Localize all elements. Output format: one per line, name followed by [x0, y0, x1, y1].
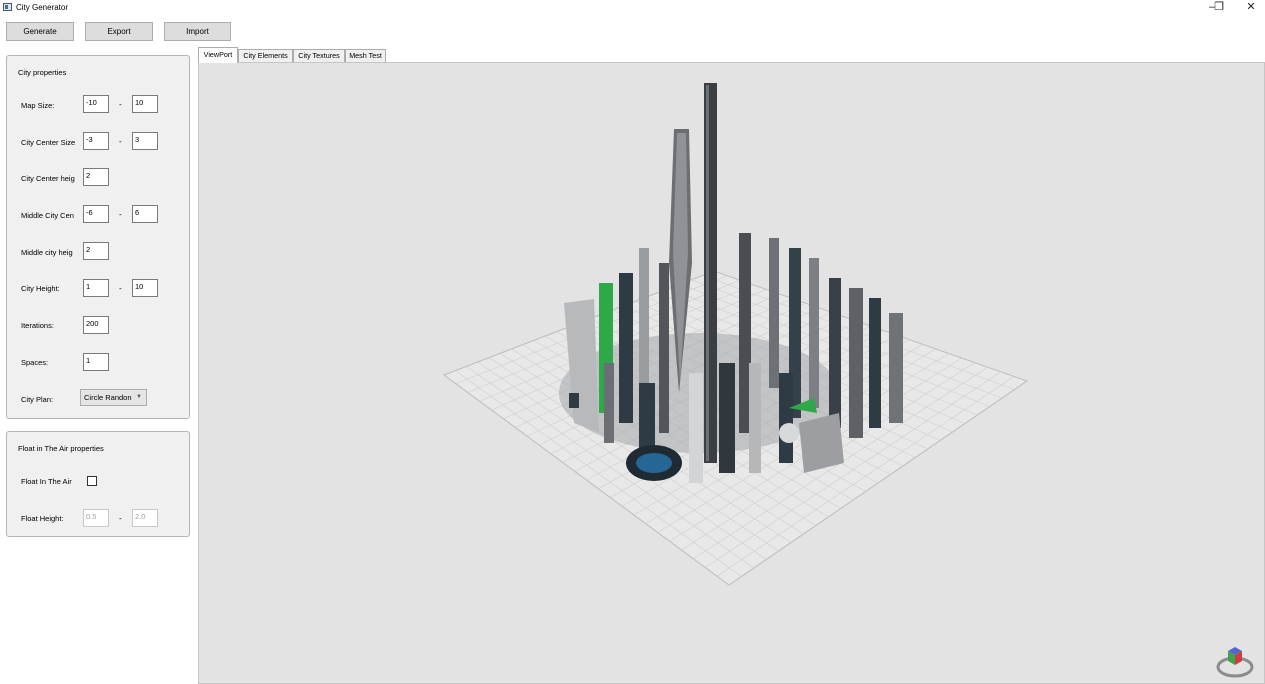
city-height-min-input[interactable]: 1 — [83, 279, 109, 297]
close-icon[interactable]: ✕ — [1236, 0, 1265, 15]
middle-city-center-min-input[interactable]: -6 — [83, 205, 109, 223]
float-height-min-input[interactable]: 0.5 — [83, 509, 109, 527]
tab-viewport[interactable]: ViewPort — [198, 47, 238, 63]
import-button[interactable]: Import — [164, 22, 231, 41]
city-plan-label: City Plan: — [21, 395, 54, 404]
export-button[interactable]: Export — [85, 22, 153, 41]
range-separator: - — [119, 514, 122, 523]
tab-mesh-test[interactable]: Mesh Test — [345, 49, 386, 62]
tab-city-textures[interactable]: City Textures — [293, 49, 345, 62]
restore-icon[interactable]: ❐ — [1204, 0, 1234, 15]
spaces-input[interactable]: 1 — [83, 353, 109, 371]
title-bar: City Generator – ❐ ✕ — [0, 0, 1265, 15]
range-separator: - — [119, 210, 122, 219]
chevron-down-icon: ▼ — [136, 394, 142, 400]
float-properties-group: Float in The Air properties Float In The… — [6, 431, 190, 537]
city-center-height-label: City Center heig — [21, 174, 75, 183]
float-height-max-input[interactable]: 2.0 — [132, 509, 158, 527]
city-center-height-input[interactable]: 2 — [83, 168, 109, 186]
city-height-max-input[interactable]: 10 — [132, 279, 158, 297]
map-size-min-input[interactable]: -10 — [83, 95, 109, 113]
city-height-label: City Height: — [21, 284, 60, 293]
middle-city-height-input[interactable]: 2 — [83, 242, 109, 260]
middle-city-center-max-input[interactable]: 6 — [132, 205, 158, 223]
range-separator: - — [119, 284, 122, 293]
city-center-size-max-input[interactable]: 3 — [132, 132, 158, 150]
middle-city-center-label: Middle City Cen — [21, 211, 74, 220]
map-size-max-input[interactable]: 10 — [132, 95, 158, 113]
city-plan-select[interactable]: Circle Randon ▼ — [80, 389, 147, 406]
iterations-input[interactable]: 200 — [83, 316, 109, 334]
city-properties-group: City properties Map Size: -10 - 10 City … — [6, 55, 190, 419]
float-height-label: Float Height: — [21, 514, 64, 523]
generate-button[interactable]: Generate — [6, 22, 74, 41]
city-center-size-label: City Center Size — [21, 138, 76, 147]
map-size-label: Map Size: — [21, 101, 55, 110]
view-cube-icon[interactable] — [1216, 647, 1254, 678]
window-title: City Generator — [16, 3, 69, 12]
app-icon — [3, 3, 12, 11]
viewport-3d[interactable] — [198, 62, 1265, 684]
group-title: City properties — [18, 68, 67, 77]
range-separator: - — [119, 137, 122, 146]
float-in-air-label: Float In The Air — [21, 477, 72, 486]
city-plan-selected: Circle Randon — [84, 393, 132, 402]
tab-city-elements[interactable]: City Elements — [238, 49, 293, 62]
spaces-label: Spaces: — [21, 358, 49, 367]
group-title: Float in The Air properties — [18, 444, 104, 453]
city-center-size-min-input[interactable]: -3 — [83, 132, 109, 150]
iterations-label: Iterations: — [21, 321, 54, 330]
city-scene — [442, 83, 1254, 678]
range-separator: - — [119, 100, 122, 109]
middle-city-height-label: Middle city heig — [21, 248, 73, 257]
float-in-air-checkbox[interactable] — [87, 476, 97, 486]
